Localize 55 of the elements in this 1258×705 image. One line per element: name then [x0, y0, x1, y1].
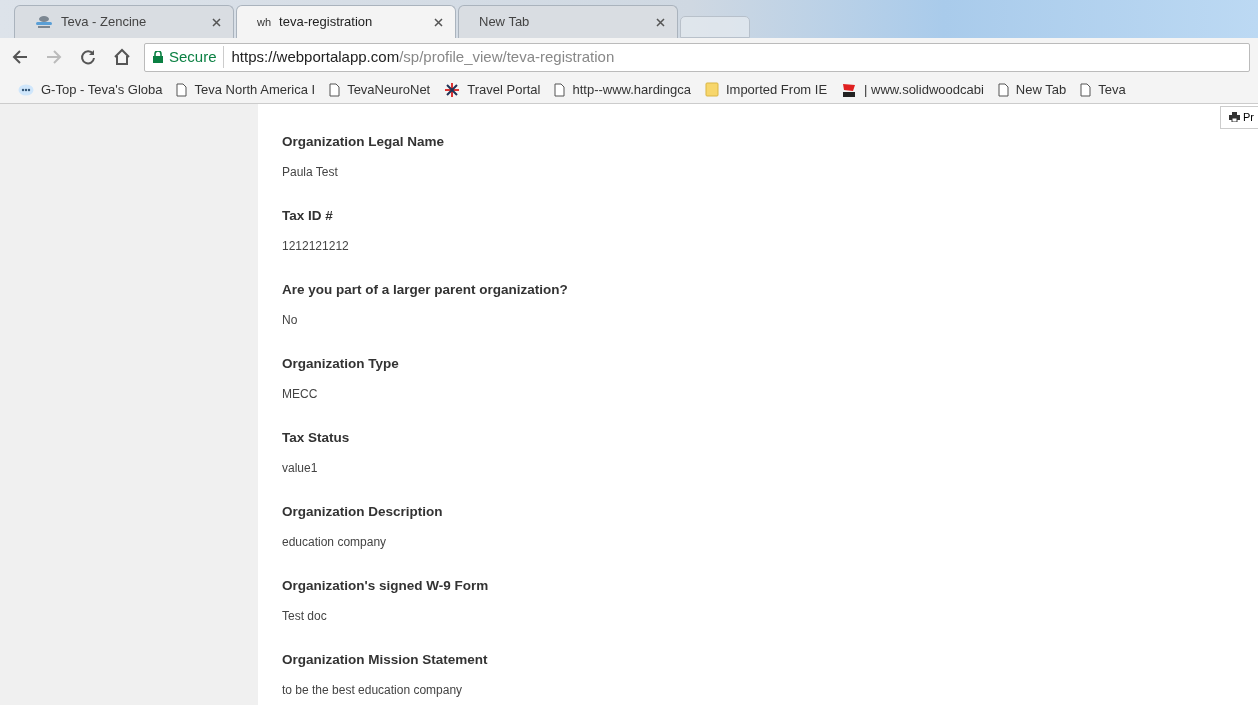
bookmark[interactable]: New Tab [997, 79, 1067, 100]
field-label: Are you part of a larger parent organization? [282, 282, 569, 298]
field-value: value1 [282, 461, 319, 475]
secure-label: Secure [169, 46, 217, 67]
page-icon [1080, 82, 1092, 97]
bookmark[interactable]: G-Top - Teva's Globa [18, 79, 163, 100]
tab-title: New Tab [479, 13, 531, 32]
field-value: No [282, 313, 299, 327]
browser-tab[interactable]: Teva - Zencine [14, 5, 234, 38]
page-icon [554, 82, 566, 97]
back-arrow-icon [11, 48, 29, 66]
field-label: Organization Type [282, 356, 400, 372]
page-icon [176, 82, 188, 97]
bookmark[interactable]: Teva North America I [176, 79, 316, 100]
bookmark[interactable]: Teva [1080, 79, 1126, 100]
printer-icon [1229, 112, 1240, 123]
field-label: Organization's signed W-9 Form [282, 578, 490, 594]
forward-arrow-icon [45, 48, 63, 66]
bookmark[interactable]: Imported From IE [704, 79, 828, 100]
close-icon[interactable] [434, 18, 443, 28]
browser-tab[interactable]: New Tab [458, 5, 678, 38]
tab-title: Teva - Zencine [61, 13, 148, 32]
lock-icon [153, 51, 163, 63]
field-value: MECC [282, 387, 319, 401]
tab-title: teva-registration [279, 13, 374, 32]
field-value: education company [282, 535, 388, 549]
address-bar[interactable]: Secure https://webportalapp.com/sp/profile_view/teva-registration [144, 42, 1250, 72]
close-icon[interactable] [656, 18, 665, 28]
asterisk-icon [444, 81, 461, 98]
logo-icon [841, 81, 858, 98]
field-value: to be the best education company [282, 683, 464, 697]
badge-icon [18, 83, 34, 96]
bookmark[interactable]: | www.solidwoodcabi [841, 79, 984, 100]
field-label: Tax ID # [282, 208, 334, 224]
home-icon [113, 48, 131, 66]
field-label: Tax Status [282, 430, 351, 446]
field-value: 1212121212 [282, 239, 350, 253]
page-icon [997, 82, 1009, 97]
field-label: Organization Description [282, 504, 444, 520]
cloud-icon [35, 15, 53, 29]
browser-tab[interactable]: wh teva-registration [236, 5, 456, 38]
bookmark[interactable]: Travel Portal [444, 79, 541, 100]
field-label: Organization Mission Statement [282, 652, 489, 668]
favicon-text: wh [257, 14, 272, 30]
bookmark[interactable]: http--www.hardingca [554, 79, 691, 100]
print-button[interactable]: Pr [1220, 106, 1258, 129]
field-value: Test doc [282, 609, 328, 623]
page-icon [329, 82, 341, 97]
field-value: Paula Test [282, 165, 339, 179]
reload-icon [79, 48, 97, 66]
bookmark[interactable]: TevaNeuroNet [329, 79, 431, 100]
field-label: Organization Legal Name [282, 134, 446, 150]
url-text: https://webportalapp.com/sp/profile_view/teva-registration [222, 45, 615, 69]
close-icon[interactable] [212, 18, 221, 28]
folder-icon [704, 82, 719, 97]
